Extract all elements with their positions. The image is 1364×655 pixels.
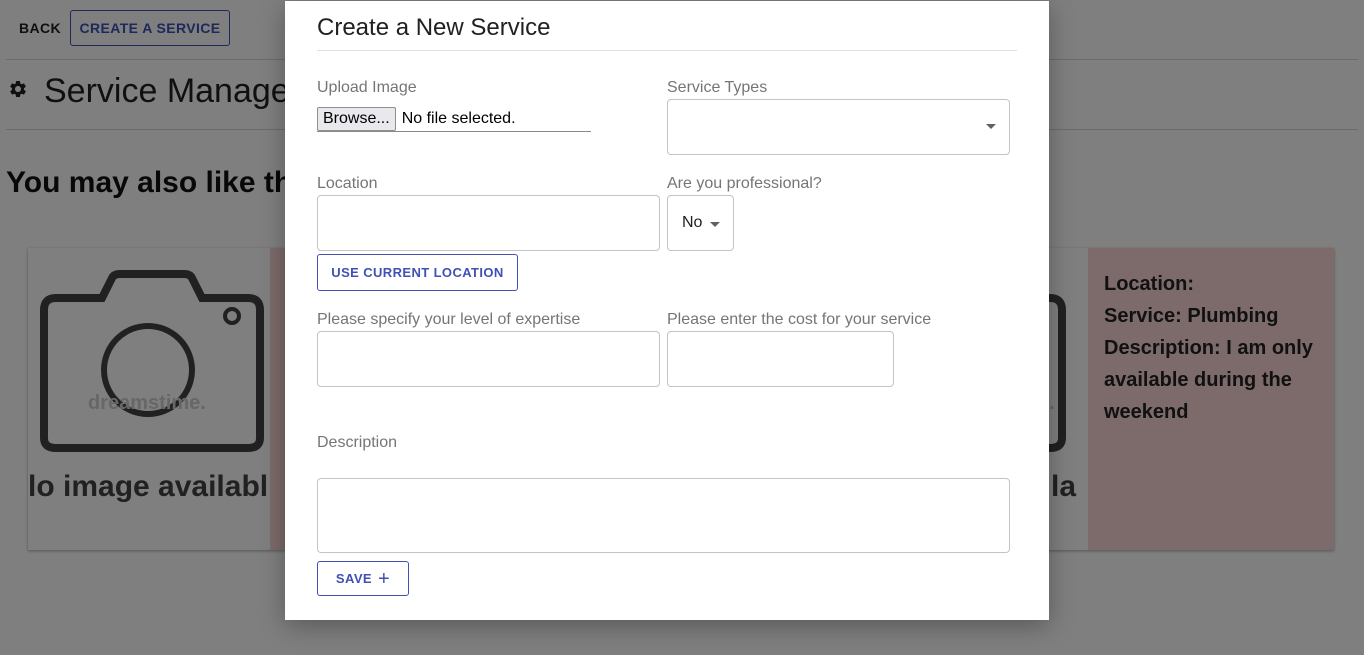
professional-label: Are you professional? bbox=[667, 175, 822, 192]
description-label: Description bbox=[317, 434, 398, 451]
use-current-location-button[interactable]: USE CURRENT LOCATION bbox=[317, 254, 518, 291]
service-types-label: Service Types bbox=[667, 79, 768, 96]
cost-input[interactable] bbox=[667, 331, 894, 387]
description-textarea[interactable] bbox=[317, 478, 1010, 553]
chevron-down-icon bbox=[710, 222, 720, 227]
expertise-label: Please specify your level of expertise bbox=[317, 311, 581, 328]
dialog-title: Create a New Service bbox=[317, 14, 551, 41]
service-types-select[interactable] bbox=[667, 99, 1010, 155]
professional-select[interactable]: No bbox=[667, 195, 734, 251]
save-button[interactable]: SAVE + bbox=[317, 561, 409, 596]
chevron-down-icon bbox=[986, 124, 996, 129]
create-service-dialog: Create a New Service Upload Image Browse… bbox=[285, 1, 1049, 620]
upload-image-label: Upload Image bbox=[317, 79, 417, 96]
location-label: Location bbox=[317, 175, 378, 192]
upload-image-input[interactable]: Browse... No file selected. bbox=[317, 106, 591, 132]
expertise-input[interactable] bbox=[317, 331, 660, 387]
plus-icon: + bbox=[377, 567, 391, 590]
file-status: No file selected. bbox=[401, 109, 516, 127]
save-button-label: SAVE bbox=[335, 571, 372, 586]
browse-button[interactable]: Browse... bbox=[317, 106, 396, 131]
dialog-divider bbox=[317, 50, 1017, 51]
professional-value: No bbox=[682, 214, 703, 231]
cost-label: Please enter the cost for your service bbox=[667, 311, 932, 328]
location-input[interactable] bbox=[317, 195, 660, 251]
